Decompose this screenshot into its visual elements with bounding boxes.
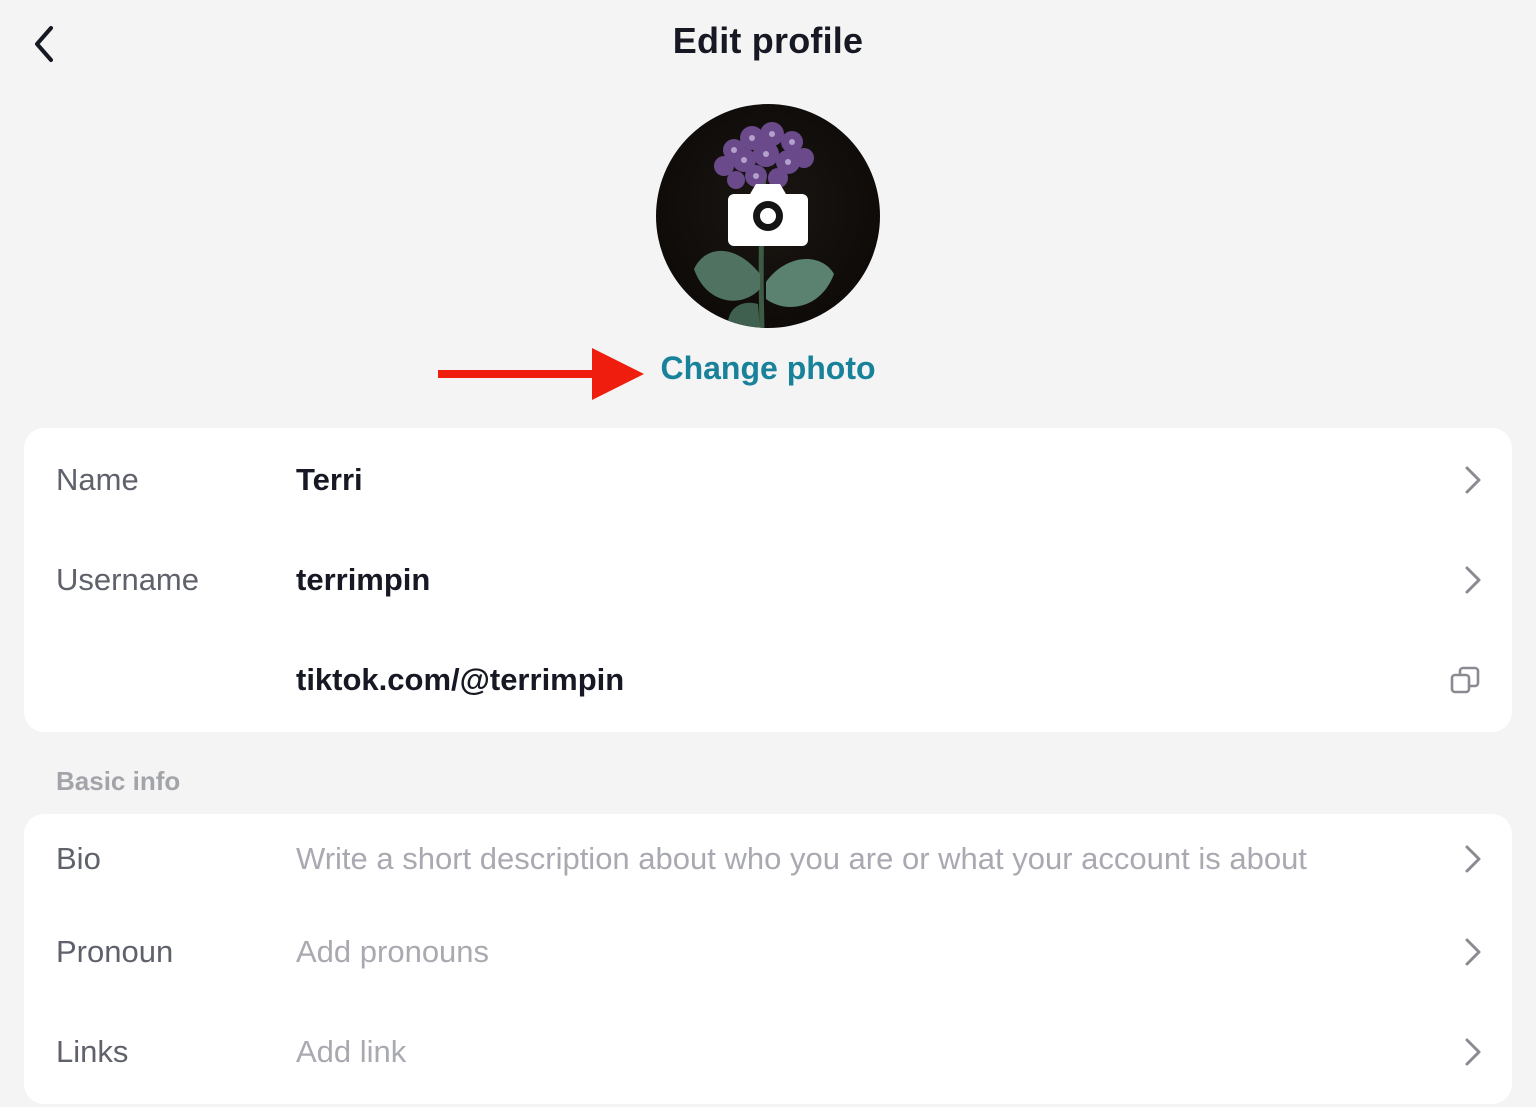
username-value: terrimpin: [296, 562, 431, 597]
username-label: Username: [56, 562, 199, 597]
chevron-right-icon: [1465, 466, 1481, 494]
name-value: Terri: [296, 462, 363, 497]
chevron-right-icon: [1465, 1038, 1481, 1066]
name-row[interactable]: Name Terri: [24, 430, 1512, 530]
copy-icon[interactable]: [1450, 665, 1480, 695]
bio-row[interactable]: Bio Write a short description about who …: [24, 809, 1512, 909]
links-placeholder: Add link: [296, 1034, 407, 1069]
profile-link-value: tiktok.com/@terrimpin: [296, 662, 625, 697]
pronoun-label: Pronoun: [56, 934, 174, 969]
change-photo-link[interactable]: Change photo: [0, 350, 1536, 387]
name-label: Name: [56, 462, 139, 497]
account-card: Name Terri Username terrimpin tiktok.com…: [24, 428, 1512, 732]
edit-profile-screen: Edit profile Change photo Name Terri Use…: [0, 0, 1536, 1107]
profile-link-row[interactable]: tiktok.com/@terrimpin: [24, 630, 1512, 730]
camera-icon[interactable]: [728, 180, 808, 246]
chevron-right-icon: [1465, 938, 1481, 966]
page-title: Edit profile: [672, 20, 864, 61]
basic-info-heading: Basic info: [56, 766, 181, 796]
links-label: Links: [56, 1034, 129, 1069]
bio-placeholder: Write a short description about who you …: [296, 841, 1307, 876]
username-row[interactable]: Username terrimpin: [24, 530, 1512, 630]
bio-label: Bio: [56, 841, 101, 876]
chevron-right-icon: [1465, 566, 1481, 594]
chevron-right-icon: [1465, 845, 1481, 873]
pronoun-placeholder: Add pronouns: [296, 934, 490, 969]
pronoun-row[interactable]: Pronoun Add pronouns: [24, 902, 1512, 1002]
links-row[interactable]: Links Add link: [24, 1002, 1512, 1102]
basic-info-card: Bio Write a short description about who …: [24, 814, 1512, 1104]
